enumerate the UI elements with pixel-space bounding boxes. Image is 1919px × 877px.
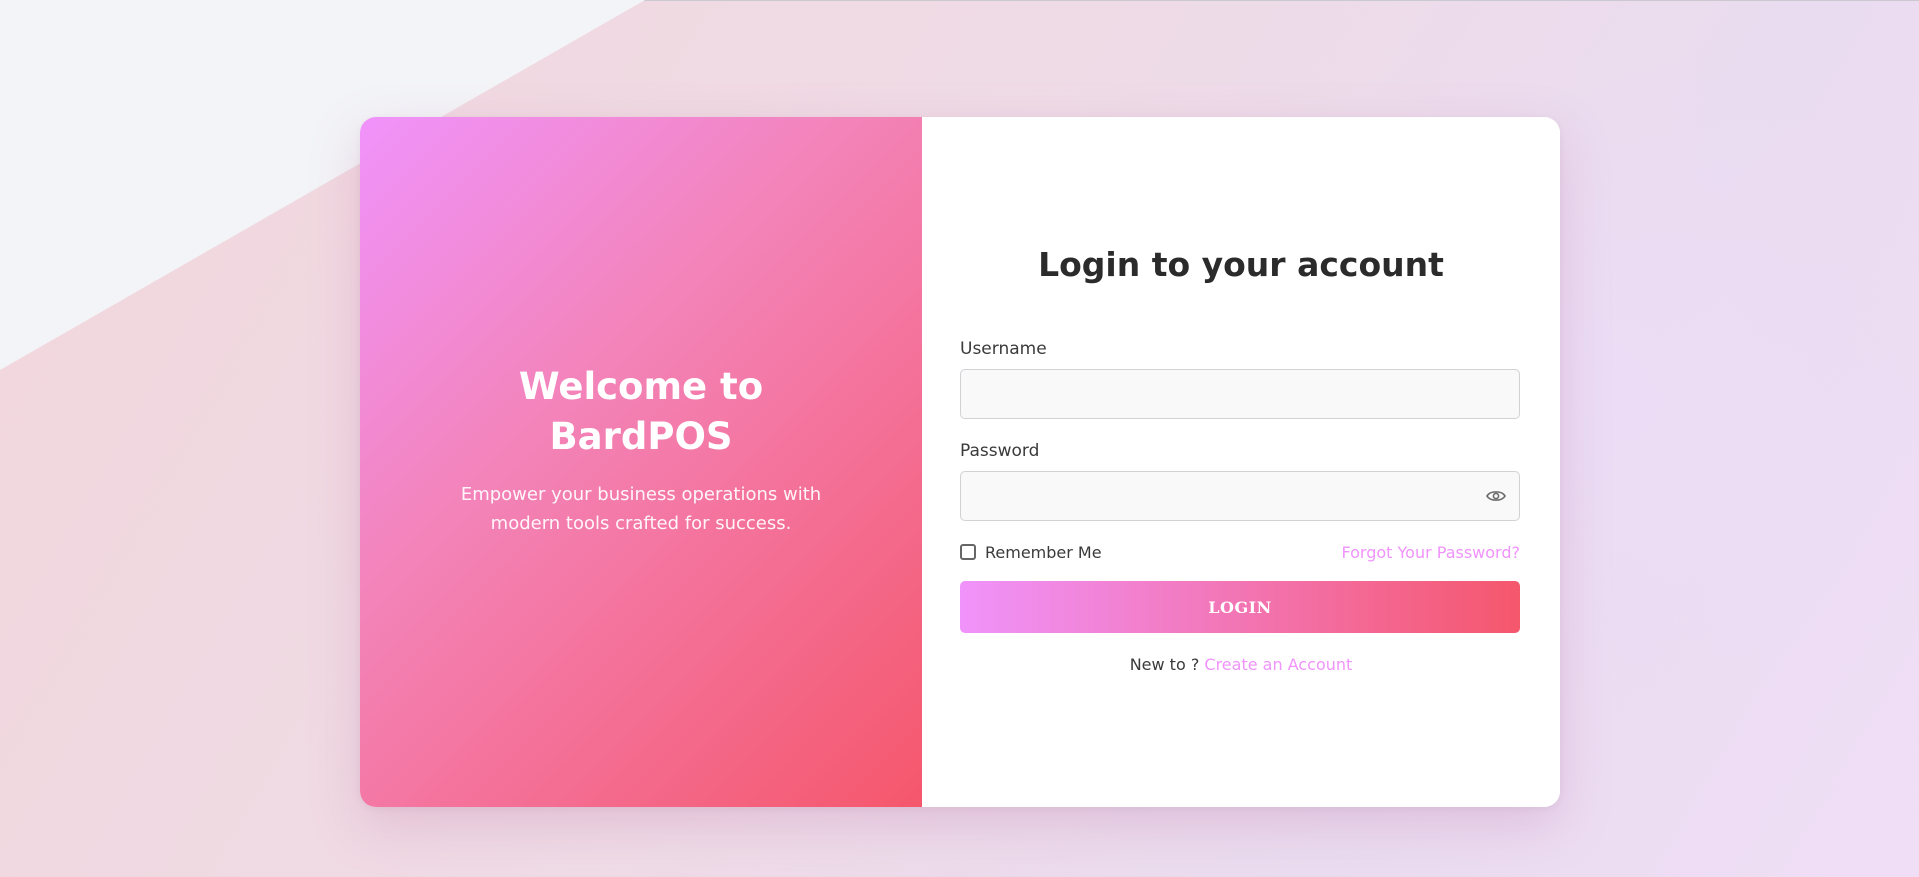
signup-prompt: New to ? (1129, 655, 1200, 674)
username-label: Username (960, 339, 1047, 359)
password-label: Password (960, 441, 1040, 461)
welcome-panel: Welcome to BardPOS Empower your business… (360, 117, 922, 807)
remember-row: Remember Me Forgot Your Password? (960, 543, 1520, 565)
remember-me-label: Remember Me (985, 543, 1102, 562)
password-visibility-toggle[interactable] (1484, 484, 1508, 508)
login-heading: Login to your account (1038, 245, 1444, 284)
welcome-subtitle: Empower your business operations with mo… (460, 484, 822, 534)
login-button[interactable]: LOGIN (960, 581, 1520, 633)
password-input[interactable] (960, 471, 1520, 521)
create-account-link[interactable]: Create an Account (1204, 655, 1352, 674)
login-card: Welcome to BardPOS Empower your business… (360, 117, 1560, 807)
signup-row: New to ? Create an Account (922, 655, 1560, 675)
welcome-title: Welcome to BardPOS (518, 365, 764, 458)
eye-icon (1486, 491, 1506, 501)
login-form-panel: Login to your account Username Password … (922, 117, 1560, 807)
username-input[interactable] (960, 369, 1520, 419)
remember-me-checkbox[interactable] (960, 544, 976, 560)
forgot-password-link[interactable]: Forgot Your Password? (1342, 543, 1521, 563)
